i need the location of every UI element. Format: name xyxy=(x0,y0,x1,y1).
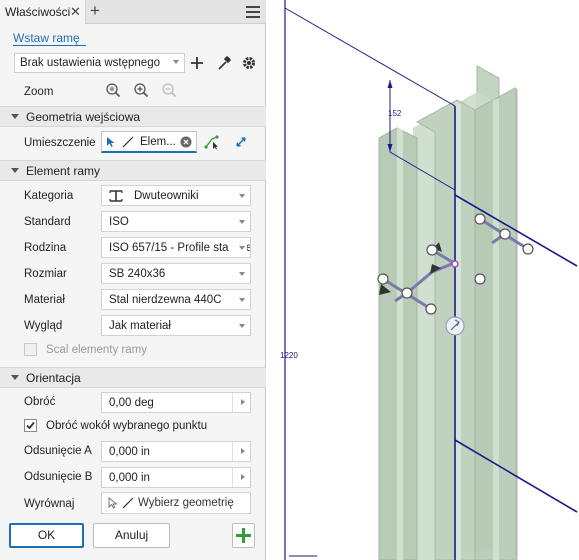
zoom-all-icon[interactable] xyxy=(105,82,121,98)
appearance-label: Wygląd xyxy=(24,320,63,332)
add-tab-icon[interactable]: + xyxy=(90,1,100,21)
rotate-about-point-checkbox[interactable] xyxy=(24,419,37,432)
dimension-1220[interactable]: 1220 xyxy=(280,351,298,360)
insert-frame-link[interactable]: Wstaw ramę xyxy=(13,31,80,45)
model-view[interactable]: 152 1220 xyxy=(267,0,579,560)
appearance-value: Jak materiał xyxy=(109,320,171,332)
expand-arrow-icon[interactable] xyxy=(241,474,245,480)
placement-selector[interactable]: Elem... xyxy=(101,131,197,153)
standard-label: Standard xyxy=(24,216,71,228)
eyedropper-icon[interactable] xyxy=(216,55,232,71)
add-preset-icon[interactable] xyxy=(189,55,205,71)
field-separator xyxy=(232,393,233,412)
offset-b-label: Odsunięcie B xyxy=(24,471,93,483)
select-arrow-icon xyxy=(107,137,115,147)
beam-right-highlight xyxy=(493,98,499,560)
section-orientation-title: Orientacja xyxy=(26,371,81,385)
dimension-152[interactable]: 152 xyxy=(388,109,402,118)
chevron-down-icon xyxy=(239,272,245,276)
panel-tab-bar: Właściwości ✕ + xyxy=(0,0,266,24)
category-label: Kategoria xyxy=(24,190,74,202)
offset-a-value: 0,000 in xyxy=(109,446,150,458)
green-plus-icon xyxy=(236,528,251,543)
hamburger-menu-icon[interactable] xyxy=(246,6,260,21)
expand-arrow-icon[interactable] xyxy=(241,448,245,454)
preset-dropdown[interactable]: Brak ustawienia wstępnego xyxy=(14,53,185,73)
preset-value: Brak ustawienia wstępnego xyxy=(20,57,160,69)
standard-dropdown[interactable]: ISO xyxy=(101,211,251,232)
family-label: Rodzina xyxy=(24,242,67,254)
collapse-caret-icon xyxy=(11,375,19,380)
placement-label: Umieszczenie xyxy=(24,137,96,149)
section-input-geometry-title: Geometria wejściowa xyxy=(26,110,141,124)
category-value: Dwuteowniki xyxy=(134,190,199,202)
merge-members-checkbox[interactable] xyxy=(24,343,37,356)
placement-value: Elem... xyxy=(140,136,176,148)
select-points-icon[interactable] xyxy=(204,134,220,150)
collapse-caret-icon xyxy=(11,114,19,119)
properties-panel: Właściwości ✕ + Wstaw ramę Brak ustawien… xyxy=(0,0,266,560)
zoom-in-icon[interactable] xyxy=(133,82,149,98)
section-input-geometry[interactable]: Geometria wejściowa xyxy=(0,106,266,127)
family-value: ISO 657/15 - Profile stalowe xyxy=(109,242,251,254)
edge-line-icon xyxy=(122,497,134,509)
standard-value: ISO xyxy=(109,216,129,228)
tab-properties-label: Właściwości xyxy=(5,5,71,19)
chevron-down-icon xyxy=(239,246,245,250)
insert-frame-underline xyxy=(13,45,86,46)
beam-flange-highlight xyxy=(397,128,403,560)
size-value: SB 240x36 xyxy=(109,268,166,280)
apply-add-button[interactable] xyxy=(232,523,255,548)
field-separator xyxy=(232,442,233,461)
section-frame-member-title: Element ramy xyxy=(26,164,101,178)
material-label: Materiał xyxy=(24,294,65,306)
rotate-handle-icon[interactable] xyxy=(445,316,465,336)
rotate-value: 0,00 deg xyxy=(109,397,154,409)
select-arrow-icon xyxy=(108,497,118,509)
zoom-label: Zoom xyxy=(24,86,54,98)
offset-a-label: Odsunięcie A xyxy=(24,445,92,457)
i-beam-icon xyxy=(109,190,123,202)
chevron-down-icon xyxy=(239,324,245,328)
chevron-down-icon xyxy=(239,298,245,302)
flip-direction-icon[interactable] xyxy=(233,134,249,150)
offset-b-input[interactable]: 0,000 in xyxy=(101,467,251,488)
ok-button[interactable]: OK xyxy=(9,523,84,548)
align-selector[interactable]: Wybierz geometrię xyxy=(101,492,251,514)
merge-members-label: Scal elementy ramy xyxy=(46,344,147,356)
gear-icon[interactable] xyxy=(241,55,257,71)
close-tab-icon[interactable]: ✕ xyxy=(70,4,81,20)
dimension-arrow-icon xyxy=(387,80,393,88)
family-dropdown[interactable]: ISO 657/15 - Profile stalowe xyxy=(101,237,251,258)
rotate-input[interactable]: 0,00 deg xyxy=(101,392,251,413)
sketch-line-top xyxy=(284,7,456,107)
size-dropdown[interactable]: SB 240x36 xyxy=(101,263,251,284)
align-label: Wyrównaj xyxy=(24,498,75,510)
checkmark-icon xyxy=(26,421,35,430)
offset-a-input[interactable]: 0,000 in xyxy=(101,441,251,462)
section-orientation[interactable]: Orientacja xyxy=(0,367,266,388)
rotate-about-point-label: Obróć wokół wybranego punktu xyxy=(46,420,208,432)
offset-b-value: 0,000 in xyxy=(109,472,150,484)
material-value: Stal nierdzewna 440C xyxy=(109,294,222,306)
collapse-caret-icon xyxy=(11,168,19,173)
chevron-down-icon xyxy=(239,194,245,198)
section-frame-member[interactable]: Element ramy xyxy=(0,160,266,181)
size-label: Rozmiar xyxy=(24,268,67,280)
appearance-dropdown[interactable]: Jak materiał xyxy=(101,315,251,336)
field-separator xyxy=(232,468,233,487)
graphics-viewport[interactable]: 152 1220 xyxy=(267,0,579,560)
clear-selection-icon[interactable] xyxy=(180,136,192,148)
align-placeholder: Wybierz geometrię xyxy=(138,497,234,509)
category-dropdown[interactable]: Dwuteowniki xyxy=(101,185,251,206)
expand-arrow-icon[interactable] xyxy=(241,399,245,405)
zoom-out-icon[interactable] xyxy=(161,82,177,98)
chevron-down-icon xyxy=(239,220,245,224)
rotate-label: Obróć xyxy=(24,396,56,408)
edge-line-icon xyxy=(122,136,134,148)
chevron-down-icon xyxy=(173,60,179,64)
cancel-button[interactable]: Anuluj xyxy=(93,523,170,548)
material-dropdown[interactable]: Stal nierdzewna 440C xyxy=(101,289,251,310)
